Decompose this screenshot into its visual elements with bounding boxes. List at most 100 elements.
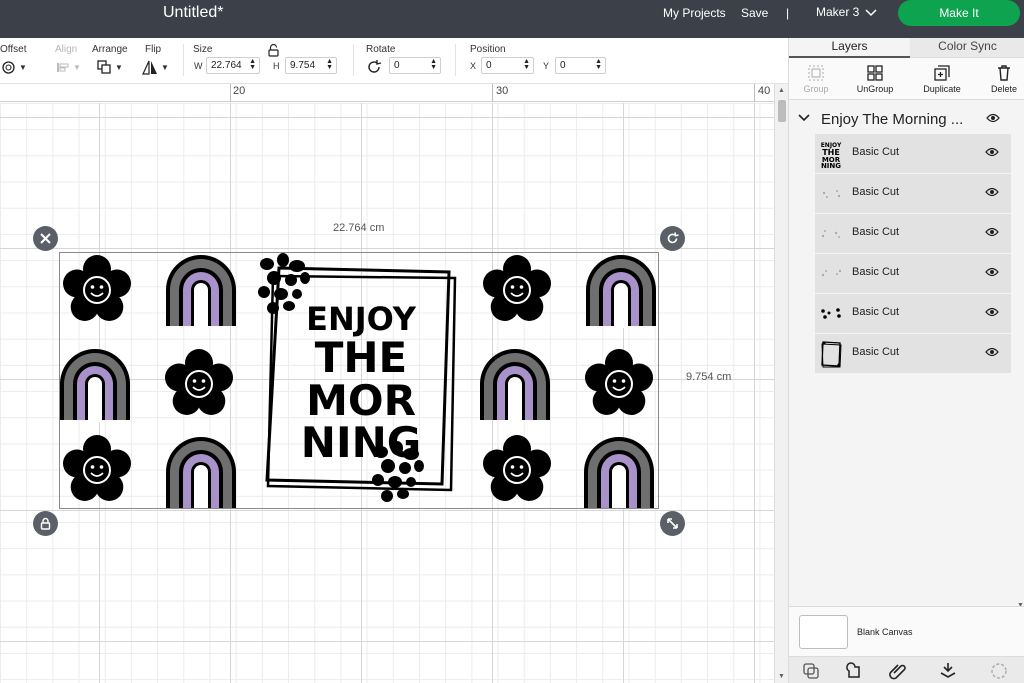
save-button[interactable]: Save <box>741 6 768 20</box>
height-stepper-icon[interactable]: ▲ ▼ <box>326 58 333 71</box>
eye-icon[interactable] <box>985 227 999 237</box>
eye-icon[interactable] <box>986 113 1000 123</box>
arrange-dropdown[interactable]: ▼ <box>97 59 123 75</box>
svg-text:NING: NING <box>821 162 841 169</box>
width-dimension-label: 22.764 cm <box>333 222 385 234</box>
scroll-down-icon[interactable]: ▼ <box>778 673 785 680</box>
layer-item[interactable]: Basic Cut <box>815 214 1011 254</box>
group-icon <box>808 65 824 81</box>
flip-caret-icon: ▼ <box>161 62 169 72</box>
y-position-value: 0 <box>560 60 566 71</box>
eye-icon[interactable] <box>985 307 999 317</box>
lock-handle[interactable] <box>33 511 58 536</box>
eye-icon[interactable] <box>985 187 999 197</box>
contour-icon[interactable] <box>989 661 1009 681</box>
machine-select[interactable]: Maker 3 <box>816 5 877 19</box>
eye-icon[interactable] <box>985 267 999 277</box>
toolbar-divider <box>353 44 354 76</box>
machine-select-label: Maker 3 <box>816 5 860 19</box>
group-button[interactable]: Group <box>791 64 841 94</box>
rotate-input[interactable]: 0 ▲ ▼ <box>389 57 441 74</box>
selection-bounding-box[interactable] <box>59 252 659 509</box>
tab-color-sync[interactable]: Color Sync <box>910 38 1024 58</box>
arrange-caret-icon: ▼ <box>115 62 123 72</box>
width-value: 22.764 <box>211 60 242 71</box>
layer-item[interactable]: Basic Cut <box>815 294 1011 334</box>
group-label: Group <box>803 84 829 94</box>
canvas-color-swatch[interactable] <box>799 615 848 649</box>
ruler-tick <box>492 84 493 102</box>
frame-layer-thumbnail <box>821 341 842 368</box>
layer-thumbnail <box>821 269 842 277</box>
rotate-icon <box>368 60 382 73</box>
layer-item[interactable]: Basic Cut <box>815 174 1011 214</box>
x-position-input[interactable]: 0 ▲ ▼ <box>481 57 534 74</box>
position-label: Position <box>470 44 506 55</box>
layer-item[interactable]: ENJOY THE MOR NING Basic Cut <box>815 134 1011 174</box>
layers-panel: Layers Color Sync Group UnGroup Duplicat… <box>788 38 1024 683</box>
scroll-up-icon[interactable]: ▲ <box>778 87 785 94</box>
ungroup-button[interactable]: UnGroup <box>850 64 900 94</box>
rotate-value: 0 <box>394 60 400 71</box>
rotate-handle[interactable] <box>660 226 685 251</box>
top-separator: | <box>786 6 790 20</box>
make-it-button[interactable]: Make It <box>898 0 1020 26</box>
edit-toolbar: Offset ▼ Align ▼ Arrange ▼ Flip ▼ Size W… <box>0 38 788 84</box>
resize-handle[interactable] <box>660 511 685 536</box>
height-input[interactable]: 9.754 ▲ ▼ <box>285 57 337 74</box>
slice-icon[interactable] <box>801 661 821 681</box>
ungroup-label: UnGroup <box>856 84 894 94</box>
canvas-vertical-scrollbar[interactable]: ▲ ▼ <box>774 84 788 683</box>
attach-icon[interactable] <box>888 661 908 681</box>
layer-group-header[interactable]: Enjoy The Morning ... <box>789 109 1011 131</box>
arrange-label: Arrange <box>92 44 128 55</box>
ruler-tick <box>230 84 231 102</box>
chevron-down-icon[interactable] <box>798 114 810 122</box>
blank-canvas-row[interactable]: Blank Canvas <box>789 606 1024 656</box>
layer-name: Basic Cut <box>852 306 900 318</box>
delete-handle[interactable] <box>33 226 58 251</box>
ruler-mark-40: 40 <box>758 85 771 97</box>
tab-layers[interactable]: Layers <box>789 38 910 58</box>
y-position-input[interactable]: 0 ▲ ▼ <box>555 57 606 74</box>
ruler-tick <box>754 84 755 102</box>
align-icon <box>57 63 69 72</box>
eye-icon[interactable] <box>985 347 999 357</box>
width-input[interactable]: 22.764 ▲ ▼ <box>206 57 260 74</box>
lock-icon <box>40 517 51 530</box>
align-dropdown[interactable]: ▼ <box>56 59 81 75</box>
panel-scrollbar[interactable]: ▼ <box>1017 104 1024 609</box>
x-stepper-icon[interactable]: ▲ ▼ <box>523 58 530 71</box>
combine-icon[interactable] <box>843 661 863 681</box>
scrollbar-thumb[interactable] <box>778 100 786 122</box>
eye-icon[interactable] <box>985 147 999 157</box>
ruler-mark-30: 30 <box>496 85 509 97</box>
text-layer-thumbnail: ENJOYTHEMORNING <box>821 142 842 169</box>
duplicate-button[interactable]: Duplicate <box>917 64 967 94</box>
my-projects-link[interactable]: My Projects <box>663 6 726 20</box>
offset-dropdown[interactable]: ▼ <box>1 59 27 75</box>
width-stepper-icon[interactable]: ▲ ▼ <box>249 58 256 71</box>
align-caret-icon: ▼ <box>73 62 81 72</box>
delete-button[interactable]: Delete <box>979 64 1024 94</box>
layer-thumbnail <box>822 190 841 198</box>
layer-thumbnail <box>821 230 840 238</box>
layer-item[interactable]: Basic Cut <box>815 254 1011 294</box>
x-letter: X <box>470 61 477 71</box>
layer-group-title: Enjoy The Morning ... <box>821 111 964 128</box>
height-letter: H <box>273 61 280 71</box>
lock-open-icon[interactable] <box>268 44 279 57</box>
duplicate-label: Duplicate <box>923 84 961 94</box>
rotate-arrow-icon <box>667 232 679 244</box>
layer-thumbnail <box>821 308 841 319</box>
y-stepper-icon[interactable]: ▲ ▼ <box>595 58 602 71</box>
flip-dropdown[interactable]: ▼ <box>142 59 169 75</box>
rotate-stepper-icon[interactable]: ▲ ▼ <box>430 58 437 71</box>
width-letter: W <box>194 61 203 71</box>
offset-caret-icon: ▼ <box>19 62 27 72</box>
horizontal-ruler: 20 30 40 <box>0 84 774 102</box>
layer-item[interactable]: Basic Cut <box>815 334 1011 374</box>
height-dimension-label: 9.754 cm <box>686 371 732 383</box>
flatten-icon[interactable] <box>938 661 958 681</box>
height-value: 9.754 <box>290 60 316 71</box>
